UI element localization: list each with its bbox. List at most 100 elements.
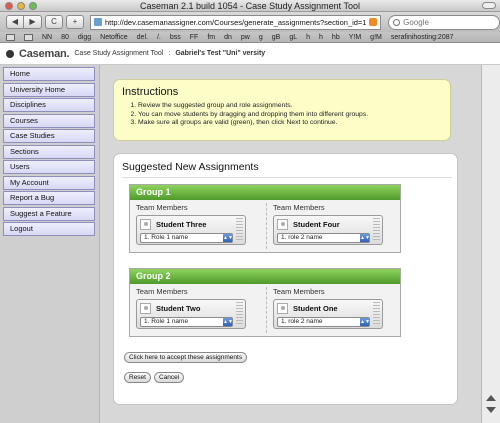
bookmark-item[interactable]: h: [319, 34, 323, 41]
group-card: Group 1 Team Members Student Three 1. Ro…: [129, 184, 401, 253]
select-arrows-icon: ▲▼: [223, 234, 233, 242]
app-logo[interactable]: Caseman.: [19, 48, 70, 60]
student-card[interactable]: Student One 1. role 2 name ▲▼: [273, 299, 383, 329]
scroll-down-icon[interactable]: [486, 407, 496, 413]
bookmark-item[interactable]: pw: [241, 34, 250, 41]
group-header: Group 1: [130, 185, 400, 200]
student-card[interactable]: Student Three 1. Role 1 name ▲▼: [136, 215, 246, 245]
caseman-logo-icon: [6, 49, 14, 58]
student-avatar-icon: [140, 219, 151, 230]
app-header: Caseman. Case Study Assignment Tool : Ga…: [0, 43, 500, 65]
page-scrollbar[interactable]: [481, 65, 500, 423]
instruction-step: Make sure all groups are valid (green), …: [138, 119, 442, 128]
sidebar-item-logout[interactable]: Logout: [3, 222, 95, 236]
bookmark-item[interactable]: del.: [137, 34, 148, 41]
team-members-label: Team Members: [136, 203, 188, 212]
accept-assignments-button[interactable]: Click here to accept these assignments: [124, 352, 248, 363]
forward-button[interactable]: ▶: [24, 15, 42, 29]
instruction-step: Review the suggested group and role assi…: [138, 102, 442, 111]
group-body: Team Members Student Three 1. Role 1 nam…: [130, 200, 400, 252]
search-input[interactable]: [403, 17, 494, 27]
bookmarks-grid-icon[interactable]: [24, 33, 33, 41]
bookmark-item[interactable]: h: [306, 34, 310, 41]
role-select[interactable]: 1. Role 1 name ▲▼: [140, 233, 233, 243]
team-column: Team Members Student One 1. role 2 name …: [266, 287, 402, 333]
sidebar-item-university-home[interactable]: University Home: [3, 82, 95, 97]
select-arrows-icon: ▲▼: [223, 318, 233, 326]
bookmark-item[interactable]: hb: [332, 34, 340, 41]
sidebar-item-disciplines[interactable]: Disciplines: [3, 98, 95, 112]
sidebar-nav: Home University Home Disciplines Courses…: [0, 65, 100, 423]
team-column: Team Members Student Two 1. Role 1 name …: [130, 287, 266, 329]
bookmark-item[interactable]: Y!M: [349, 34, 361, 41]
sidebar-item-home[interactable]: Home: [3, 67, 95, 81]
course-name: Gabriel's Test "Uni" versity: [175, 50, 266, 57]
group-body: Team Members Student Two 1. Role 1 name …: [130, 284, 400, 336]
address-bar[interactable]: http://dev.casemanassigner.com/Courses/g…: [90, 14, 382, 30]
back-button[interactable]: ◀: [6, 15, 24, 29]
sidebar-item-report-bug[interactable]: Report a Bug: [3, 191, 95, 205]
bookmarks-book-icon[interactable]: [6, 33, 15, 41]
scroll-up-icon[interactable]: [486, 395, 496, 401]
student-card[interactable]: Student Two 1. Role 1 name ▲▼: [136, 299, 246, 329]
bookmark-item[interactable]: /.: [157, 34, 161, 41]
url-text[interactable]: http://dev.casemanassigner.com/Courses/g…: [105, 18, 366, 27]
search-icon: [393, 18, 401, 26]
group-card: Group 2 Team Members Student Two 1. Role…: [129, 268, 401, 337]
role-select[interactable]: 1. Role 1 name ▲▼: [140, 317, 233, 327]
team-members-label: Team Members: [273, 203, 325, 212]
select-arrows-icon: ▲▼: [360, 318, 370, 326]
bookmark-item[interactable]: FF: [190, 34, 199, 41]
student-name: Student Two: [156, 304, 201, 313]
bookmark-item[interactable]: gB: [272, 34, 281, 41]
minimize-window-button[interactable]: [17, 2, 25, 10]
assignments-title: Suggested New Assignments: [122, 161, 452, 178]
reload-button[interactable]: C: [45, 15, 63, 29]
bookmark-item[interactable]: serafinihosting:2087: [391, 34, 454, 41]
instructions-title: Instructions: [122, 86, 179, 98]
bookmark-item[interactable]: Netoffice: [100, 34, 128, 41]
sidebar-item-case-studies[interactable]: Case Studies: [3, 129, 95, 143]
bookmark-item[interactable]: 80: [61, 34, 69, 41]
window-title: Caseman 2.1 build 1054 - Case Study Assi…: [140, 1, 360, 11]
bookmark-item[interactable]: fm: [207, 34, 215, 41]
instructions-list: Review the suggested group and role assi…: [138, 102, 442, 128]
sidebar-item-courses[interactable]: Courses: [3, 113, 95, 128]
bookmark-item[interactable]: g!M: [370, 34, 382, 41]
bookmark-item[interactable]: digg: [78, 34, 91, 41]
drag-handle-icon[interactable]: [236, 302, 243, 326]
window-titlebar: Caseman 2.1 build 1054 - Case Study Assi…: [0, 0, 500, 12]
drag-handle-icon[interactable]: [236, 218, 243, 242]
student-avatar-icon: [277, 303, 288, 314]
sidebar-item-my-account[interactable]: My Account: [3, 175, 95, 190]
sidebar-item-sections[interactable]: Sections: [3, 144, 95, 159]
rss-icon[interactable]: [369, 18, 378, 26]
student-name: Student Four: [293, 220, 340, 229]
header-separator: :: [168, 50, 171, 57]
drag-handle-icon[interactable]: [373, 302, 380, 326]
drag-handle-icon[interactable]: [373, 218, 380, 242]
role-select[interactable]: 1. role 2 name ▲▼: [277, 317, 370, 327]
browser-toolbar: ◀ ▶ C + http://dev.casemanassigner.com/C…: [0, 12, 500, 32]
search-box[interactable]: [388, 14, 500, 30]
role-select-value: 1. role 2 name: [281, 234, 323, 241]
role-select[interactable]: 1. role 2 name ▲▼: [277, 233, 370, 243]
bookmark-item[interactable]: g: [259, 34, 263, 41]
toolbar-toggle-button[interactable]: [482, 2, 496, 9]
sidebar-item-users[interactable]: Users: [3, 160, 95, 174]
zoom-window-button[interactable]: [29, 2, 37, 10]
role-select-value: 1. role 2 name: [281, 318, 323, 325]
bookmark-item[interactable]: gL: [289, 34, 297, 41]
reset-button[interactable]: Reset: [124, 372, 151, 383]
cancel-button[interactable]: Cancel: [154, 372, 185, 383]
bookmark-item[interactable]: dn: [224, 34, 232, 41]
sidebar-item-suggest-feature[interactable]: Suggest a Feature: [3, 206, 95, 221]
add-bookmark-button[interactable]: +: [66, 15, 84, 29]
close-window-button[interactable]: [5, 2, 13, 10]
student-card[interactable]: Student Four 1. role 2 name ▲▼: [273, 215, 383, 245]
team-column: Team Members Student Three 1. Role 1 nam…: [130, 203, 266, 245]
bookmark-item[interactable]: bss: [170, 34, 181, 41]
nav-buttons: ◀ ▶: [6, 15, 42, 29]
role-select-value: 1. Role 1 name: [144, 234, 189, 241]
bookmark-item[interactable]: NN: [42, 34, 52, 41]
